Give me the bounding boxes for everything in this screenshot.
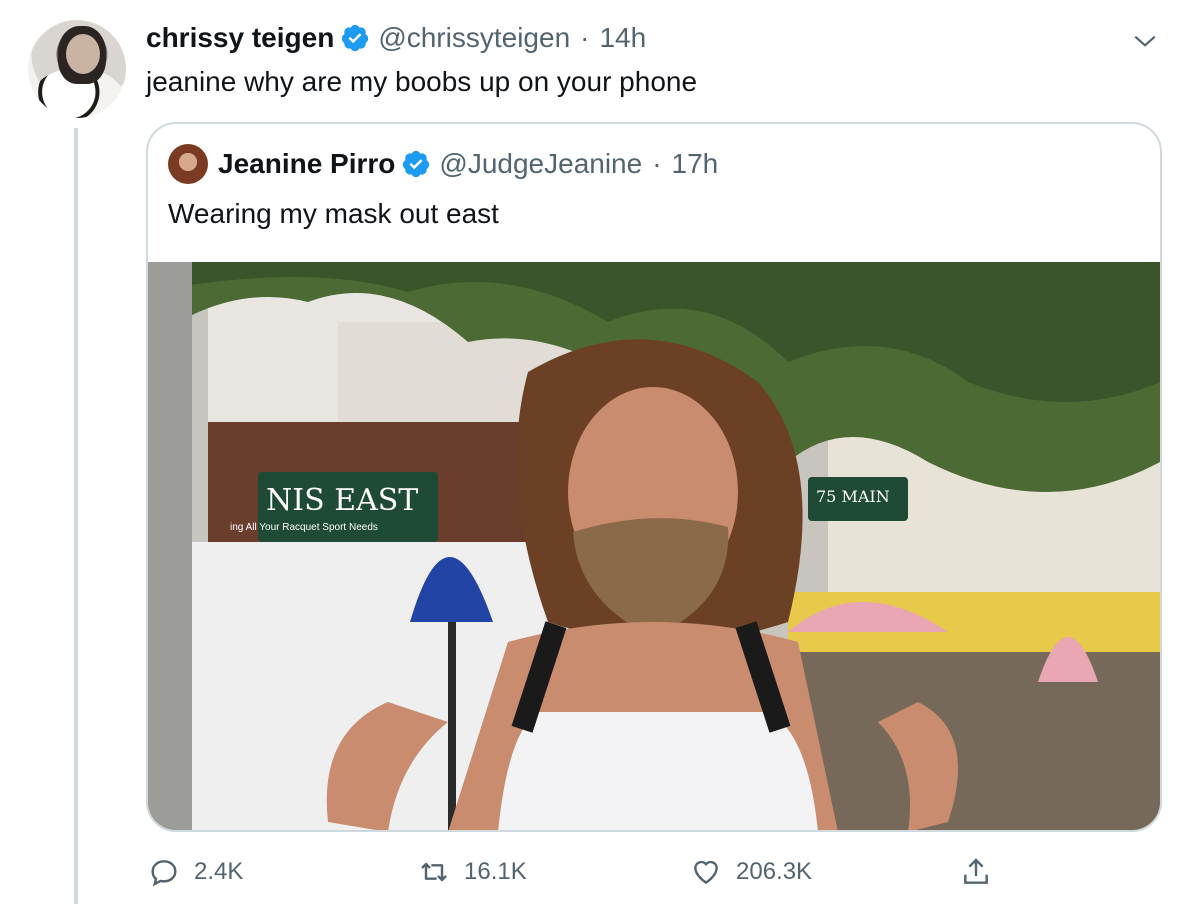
retweet-icon	[421, 862, 447, 882]
photo-sign2-text: 75 MAIN	[816, 487, 890, 506]
thread-line	[74, 128, 78, 904]
quoted-timestamp[interactable]: 17h	[672, 148, 719, 180]
quoted-author-handle[interactable]: @JudgeJeanine	[439, 148, 642, 180]
photo-sign-subtext: ing All Your Racquet Sport Needs	[230, 522, 378, 533]
retweet-button[interactable]: 16.1K	[418, 856, 527, 888]
verified-badge-icon	[342, 24, 369, 52]
author-avatar[interactable]	[28, 20, 126, 118]
like-icon	[694, 860, 718, 885]
separator-dot: ·	[652, 148, 662, 179]
author-name[interactable]: chrissy teigen	[146, 22, 334, 54]
retweet-count: 16.1K	[464, 858, 527, 885]
author-handle[interactable]: @chrissyteigen	[378, 22, 570, 54]
share-button[interactable]	[960, 856, 1006, 888]
like-count: 206.3K	[736, 858, 813, 885]
tweet-timestamp[interactable]: 14h	[599, 22, 646, 54]
tweet-header: chrissy teigen @chrissyteigen · 14h	[146, 22, 646, 54]
tweet-text: jeanine why are my boobs up on your phon…	[146, 66, 698, 97]
quoted-author-name[interactable]: Jeanine Pirro	[218, 148, 395, 180]
tweet-actions: 2.4K 16.1K 206.3K	[0, 856, 1192, 896]
quoted-tweet[interactable]: Jeanine Pirro @JudgeJeanine · 17h Wearin…	[146, 122, 1162, 832]
photo-sign-text: NIS EAST	[266, 483, 418, 518]
reply-count: 2.4K	[194, 858, 244, 885]
share-icon	[964, 858, 988, 884]
reply-icon	[151, 860, 177, 887]
separator-dot: ·	[580, 22, 590, 53]
quoted-tweet-text: Wearing my mask out east	[168, 198, 499, 229]
quoted-tweet-photo[interactable]: NIS EAST ing All Your Racquet Sport Need…	[148, 262, 1160, 830]
quoted-tweet-header: Jeanine Pirro @JudgeJeanine · 17h	[168, 144, 718, 184]
reply-button[interactable]: 2.4K	[148, 856, 243, 888]
quoted-author-avatar[interactable]	[168, 144, 208, 184]
like-button[interactable]: 206.3K	[690, 856, 812, 888]
verified-badge-icon	[403, 150, 430, 178]
chevron-down-icon[interactable]	[1132, 28, 1158, 54]
